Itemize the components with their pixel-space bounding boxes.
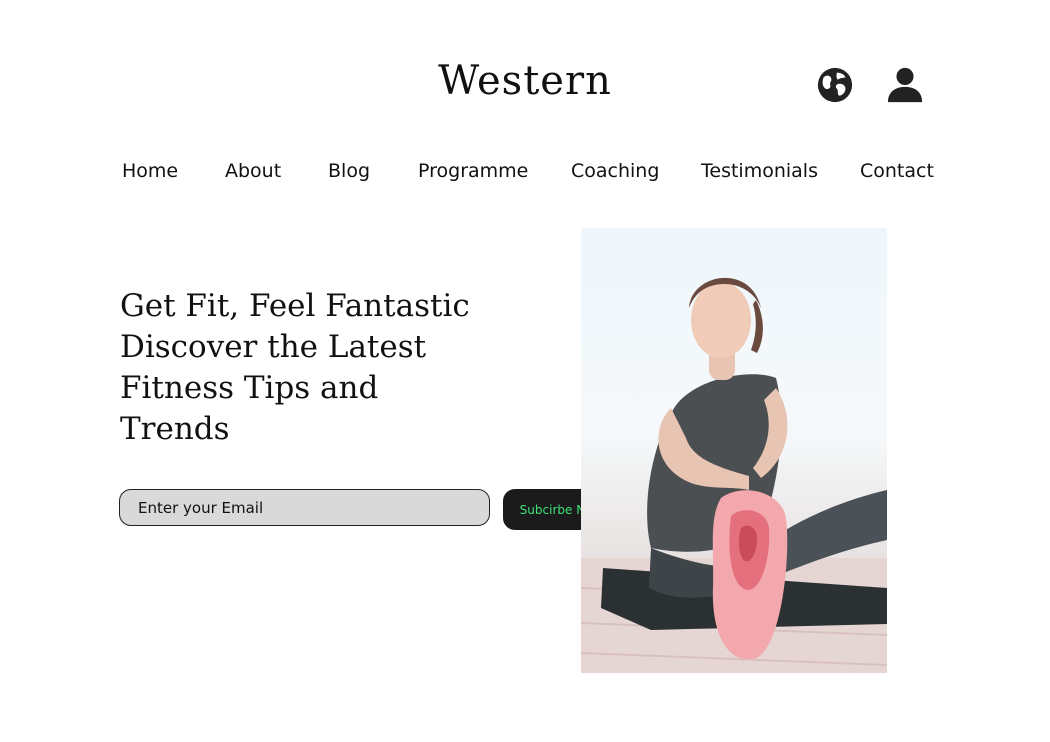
nav-testimonials[interactable]: Testimonials xyxy=(701,160,818,182)
main-nav: Home About Blog Programme Coaching Testi… xyxy=(122,160,934,186)
nav-programme[interactable]: Programme xyxy=(418,160,528,182)
headline-line: Trends xyxy=(120,411,230,447)
nav-about[interactable]: About xyxy=(225,160,281,182)
nav-coaching[interactable]: Coaching xyxy=(571,160,659,182)
nav-contact[interactable]: Contact xyxy=(860,160,934,182)
globe-icon[interactable] xyxy=(816,66,854,104)
nav-home[interactable]: Home xyxy=(122,160,178,182)
headline-line: Fitness Tips and xyxy=(120,370,379,406)
headline-line: Discover the Latest xyxy=(120,329,427,365)
hero-image xyxy=(581,228,887,673)
user-icon[interactable] xyxy=(886,66,924,104)
email-input[interactable] xyxy=(119,489,490,526)
nav-blog[interactable]: Blog xyxy=(328,160,370,182)
hero-headline: Get Fit, Feel Fantastic Discover the Lat… xyxy=(120,286,500,450)
headline-line: Get Fit, Feel Fantastic xyxy=(120,288,470,324)
